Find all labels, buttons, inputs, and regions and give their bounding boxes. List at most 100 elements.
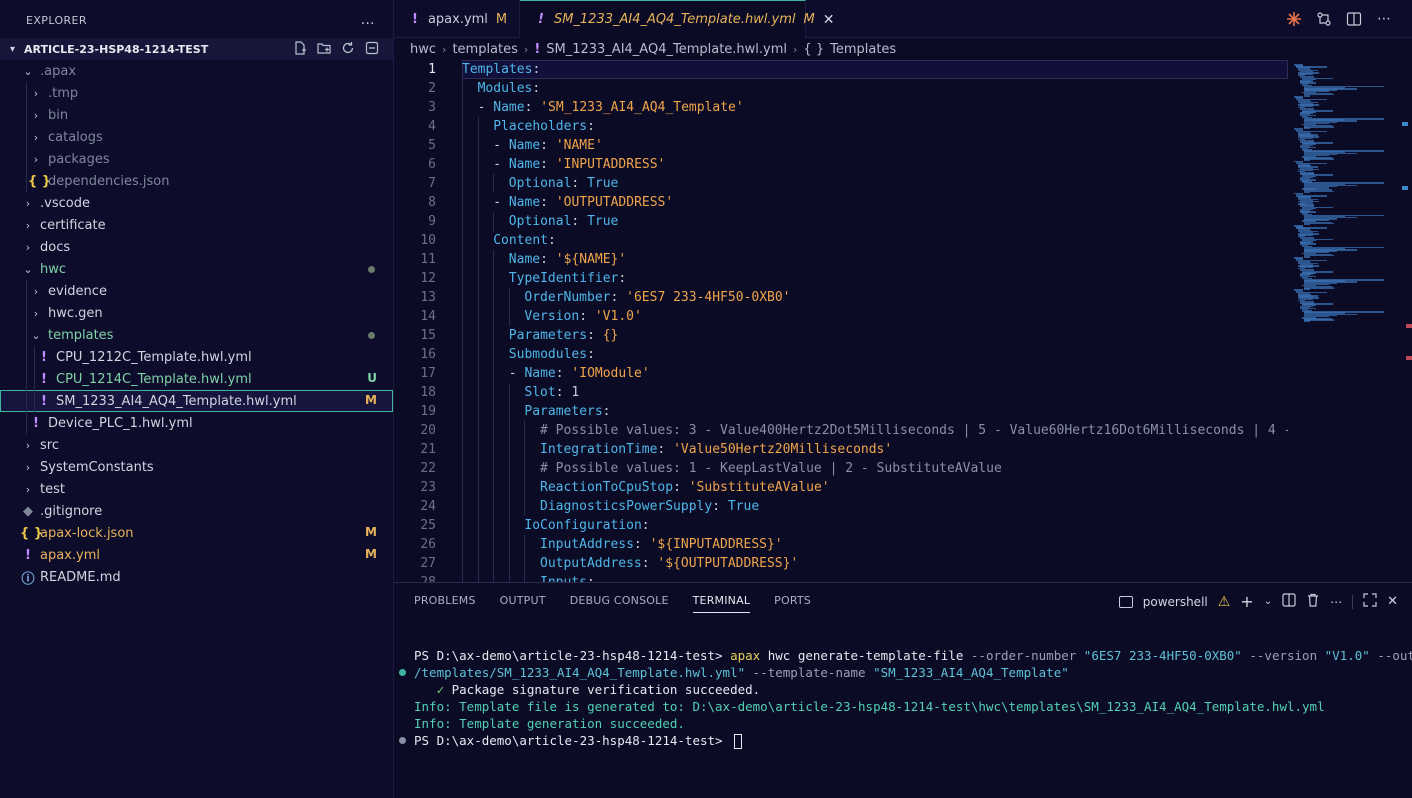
maximize-panel-icon[interactable] — [1363, 593, 1377, 610]
line-number: 20 — [420, 423, 436, 438]
code-token: 'V1.0' — [594, 309, 642, 324]
breadcrumb-item[interactable]: templates — [452, 42, 517, 57]
minimap[interactable] — [1288, 60, 1384, 582]
tab-apax-yml[interactable]: ! apax.yml M — [394, 0, 520, 38]
terminal-cursor[interactable] — [734, 734, 743, 749]
tree-item[interactable]: ! Device_PLC_1.hwl.yml — [0, 412, 393, 434]
code-line[interactable]: ReactionToCpuStop: 'SubstituteAValue' — [462, 478, 1288, 497]
code-line[interactable]: - Name: 'NAME' — [462, 136, 1288, 155]
tree-item[interactable]: › hwc.gen — [0, 302, 393, 324]
code-line[interactable]: Inputs: — [462, 573, 1288, 582]
panel-tab-debug-console[interactable]: DEBUG CONSOLE — [570, 583, 681, 619]
tree-item[interactable]: › catalogs — [0, 126, 393, 148]
code-line[interactable]: - Name: 'OUTPUTADDRESS' — [462, 193, 1288, 212]
breadcrumb-item[interactable]: SM_1233_AI4_AQ4_Template.hwl.yml — [546, 42, 787, 57]
tree-item[interactable]: { } apax-lock.json M — [0, 522, 393, 544]
tree-item[interactable]: › .vscode — [0, 192, 393, 214]
breadcrumb-item[interactable]: hwc — [410, 42, 436, 57]
chevron-right-icon: › — [793, 42, 798, 56]
copilot-spark-icon[interactable] — [1286, 11, 1302, 27]
code-line[interactable]: Submodules: — [462, 345, 1288, 364]
tree-item[interactable]: › certificate — [0, 214, 393, 236]
terminal-shell-name[interactable]: powershell — [1143, 595, 1208, 609]
code-line[interactable]: Name: '${NAME}' — [462, 250, 1288, 269]
chevron-down-icon[interactable]: ⌄ — [1264, 596, 1272, 607]
new-file-icon[interactable] — [293, 41, 307, 55]
code-line[interactable]: # Possible values: 1 - KeepLastValue | 2… — [462, 459, 1288, 478]
panel-tab-terminal[interactable]: TERMINAL — [692, 583, 763, 619]
more-actions-icon[interactable]: ⋯ — [1330, 595, 1342, 609]
code-line[interactable]: Optional: True — [462, 212, 1288, 231]
tree-item[interactable]: ! CPU_1212C_Template.hwl.yml — [0, 346, 393, 368]
workspace-root[interactable]: ▾ ARTICLE-23-HSP48-1214-TEST — [0, 38, 393, 60]
trash-icon[interactable] — [1306, 593, 1320, 610]
panel-tab-problems[interactable]: PROBLEMS — [414, 583, 488, 619]
code-line[interactable]: Placeholders: — [462, 117, 1288, 136]
tree-item[interactable]: › src — [0, 434, 393, 456]
split-terminal-icon[interactable] — [1282, 593, 1296, 610]
code-line[interactable]: IoConfiguration: — [462, 516, 1288, 535]
panel-tab-output[interactable]: OUTPUT — [500, 583, 558, 619]
editor-scrollbar[interactable] — [1398, 60, 1412, 582]
command-status-dot[interactable] — [399, 669, 406, 676]
tree-item[interactable]: ! apax.yml M — [0, 544, 393, 566]
line-number: 16 — [420, 347, 436, 362]
code-line[interactable]: Slot: 1 — [462, 383, 1288, 402]
line-number: 25 — [420, 518, 436, 533]
close-icon[interactable]: ✕ — [1387, 594, 1398, 609]
tree-item[interactable]: { } dependencies.json — [0, 170, 393, 192]
tab-sm-1233-template[interactable]: ! SM_1233_AI4_AQ4_Template.hwl.yml M ✕ — [520, 0, 834, 38]
code-line[interactable]: Version: 'V1.0' — [462, 307, 1288, 326]
code-line[interactable]: IntegrationTime: 'Value50Hertz20Millisec… — [462, 440, 1288, 459]
tree-item[interactable]: ⓘ README.md — [0, 566, 393, 588]
code-line[interactable]: OrderNumber: '6ES7 233-4HF50-0XB0' — [462, 288, 1288, 307]
tree-item[interactable]: ! SM_1233_AI4_AQ4_Template.hwl.yml M — [0, 390, 393, 412]
code-line[interactable]: Modules: — [462, 79, 1288, 98]
tree-item-label: .apax — [40, 63, 77, 79]
collapse-all-icon[interactable] — [365, 41, 379, 55]
code-lines[interactable]: Templates: Modules: - Name: 'SM_1233_AI4_A… — [462, 60, 1288, 582]
tree-item[interactable]: ◆ .gitignore — [0, 500, 393, 522]
tree-item[interactable]: › evidence — [0, 280, 393, 302]
tree-item[interactable]: ⌄ templates — [0, 324, 393, 346]
terminal-output[interactable]: PS D:\ax-demo\article-23-hsp48-1214-test… — [399, 647, 1412, 749]
code-editor[interactable]: 1 2 3 4 5 6 7 8 9 10 11 12 13 14 15 16 17 18 19 20 21 22 23 24 2… — [394, 60, 1412, 582]
code-token: '${INPUTADDRESS}' — [649, 537, 783, 552]
tree-item[interactable]: › packages — [0, 148, 393, 170]
compare-changes-icon[interactable] — [1316, 11, 1332, 27]
code-line[interactable]: OutputAddress: '${OUTPUTADDRESS}' — [462, 554, 1288, 573]
code-line[interactable]: Parameters: {} — [462, 326, 1288, 345]
code-line[interactable]: TypeIdentifier: — [462, 269, 1288, 288]
code-line[interactable]: Templates: — [462, 60, 1288, 79]
code-line[interactable]: Content: — [462, 231, 1288, 250]
tree-item[interactable]: › bin — [0, 104, 393, 126]
tree-item[interactable]: ⌄ .apax — [0, 60, 393, 82]
code-token: : — [587, 119, 595, 134]
tree-item[interactable]: › .tmp — [0, 82, 393, 104]
code-line[interactable]: - Name: 'INPUTADDRESS' — [462, 155, 1288, 174]
code-line[interactable]: Parameters: — [462, 402, 1288, 421]
more-actions-icon[interactable]: … — [361, 12, 375, 28]
warning-icon[interactable]: ⚠ — [1218, 594, 1231, 610]
command-status-dot[interactable] — [399, 737, 406, 744]
panel-tab-ports[interactable]: PORTS — [774, 583, 823, 619]
code-line[interactable]: - Name: 'IOModule' — [462, 364, 1288, 383]
code-line[interactable]: InputAddress: '${INPUTADDRESS}' — [462, 535, 1288, 554]
code-line[interactable]: Optional: True — [462, 174, 1288, 193]
refresh-icon[interactable] — [341, 41, 355, 55]
tree-item[interactable]: › test — [0, 478, 393, 500]
code-line[interactable]: - Name: 'SM_1233_AI4_AQ4_Template' — [462, 98, 1288, 117]
breadcrumb-item[interactable]: Templates — [830, 42, 896, 57]
tree-item[interactable]: ⌄ hwc — [0, 258, 393, 280]
more-actions-icon[interactable]: ⋯ — [1376, 11, 1392, 27]
tree-item[interactable]: ! CPU_1214C_Template.hwl.yml U — [0, 368, 393, 390]
new-terminal-icon[interactable]: + — [1240, 592, 1253, 611]
close-icon[interactable]: ✕ — [823, 12, 835, 28]
new-folder-icon[interactable] — [317, 41, 331, 55]
code-line[interactable]: DiagnosticsPowerSupply: True — [462, 497, 1288, 516]
tree-item[interactable]: › SystemConstants — [0, 456, 393, 478]
code-line[interactable]: # Possible values: 3 - Value400Hertz2Dot… — [462, 421, 1288, 440]
split-editor-icon[interactable] — [1346, 11, 1362, 27]
tree-item[interactable]: › docs — [0, 236, 393, 258]
